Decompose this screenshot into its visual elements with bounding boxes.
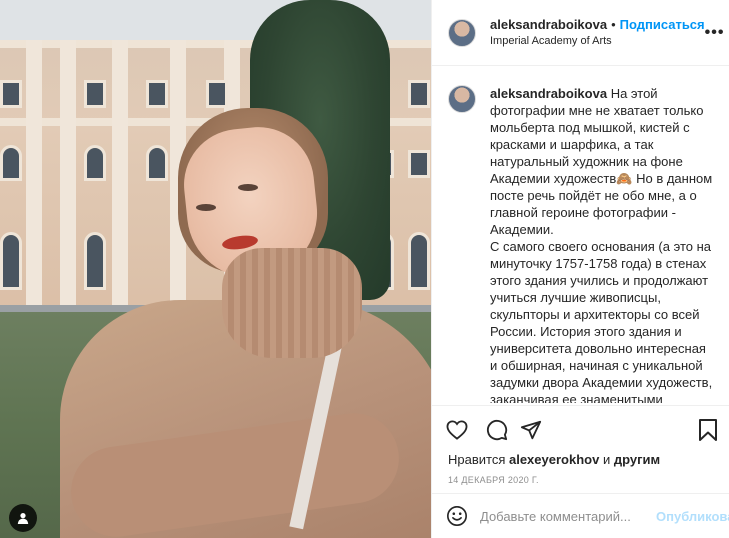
comment-icon: [486, 419, 508, 441]
caption-avatar[interactable]: [448, 85, 476, 113]
more-options-icon[interactable]: •••: [705, 24, 725, 42]
user-tag-icon: [17, 513, 29, 524]
bookmark-icon: [699, 419, 717, 441]
post-side-panel: aleksandraboikova • Подписаться Imperial A…: [431, 0, 729, 538]
smiley-icon: [447, 506, 467, 526]
avatar[interactable]: [448, 18, 476, 47]
location-link[interactable]: Imperial Academy of Arts: [490, 33, 705, 49]
heart-icon: [446, 420, 468, 440]
share-icon: [520, 420, 542, 440]
caption-text: На этой фотографии мне не хватает только…: [490, 86, 713, 403]
likes-user-link[interactable]: alexeyerokhov: [509, 452, 599, 467]
action-bar: Нравится alexeyerokhov и другим 14 декаб…: [432, 405, 729, 485]
user-tag-button[interactable]: [9, 504, 37, 532]
comment-button[interactable]: [480, 416, 514, 444]
post-date[interactable]: 14 декабря 2020 г.: [446, 475, 717, 485]
likes-others-link[interactable]: другим: [614, 452, 660, 467]
save-button[interactable]: [683, 416, 717, 444]
portrait-subject: [0, 0, 431, 538]
comment-input[interactable]: [480, 508, 656, 524]
share-button[interactable]: [514, 416, 548, 444]
post-photo[interactable]: [0, 0, 431, 538]
caption: aleksandraboikova На этой фотографии мне…: [432, 67, 729, 403]
likes-prefix: Нравится: [448, 452, 509, 467]
likes-suffix: и: [599, 452, 614, 467]
emoji-button[interactable]: [446, 505, 468, 527]
publish-button[interactable]: Опубликовать: [656, 509, 729, 524]
caption-text-block: aleksandraboikova На этой фотографии мне…: [490, 85, 715, 403]
follow-button[interactable]: Подписаться: [620, 17, 705, 32]
likes-summary: Нравится alexeyerokhov и другим: [446, 452, 717, 467]
comment-bar: Опубликовать: [432, 493, 729, 538]
caption-username[interactable]: aleksandraboikova: [490, 86, 607, 101]
post-header: aleksandraboikova • Подписаться Imperial A…: [432, 0, 729, 66]
like-button[interactable]: [446, 416, 480, 444]
header-username[interactable]: aleksandraboikova: [490, 17, 607, 32]
header-separator: •: [611, 16, 616, 32]
post: aleksandraboikova • Подписаться Imperial A…: [0, 0, 729, 538]
